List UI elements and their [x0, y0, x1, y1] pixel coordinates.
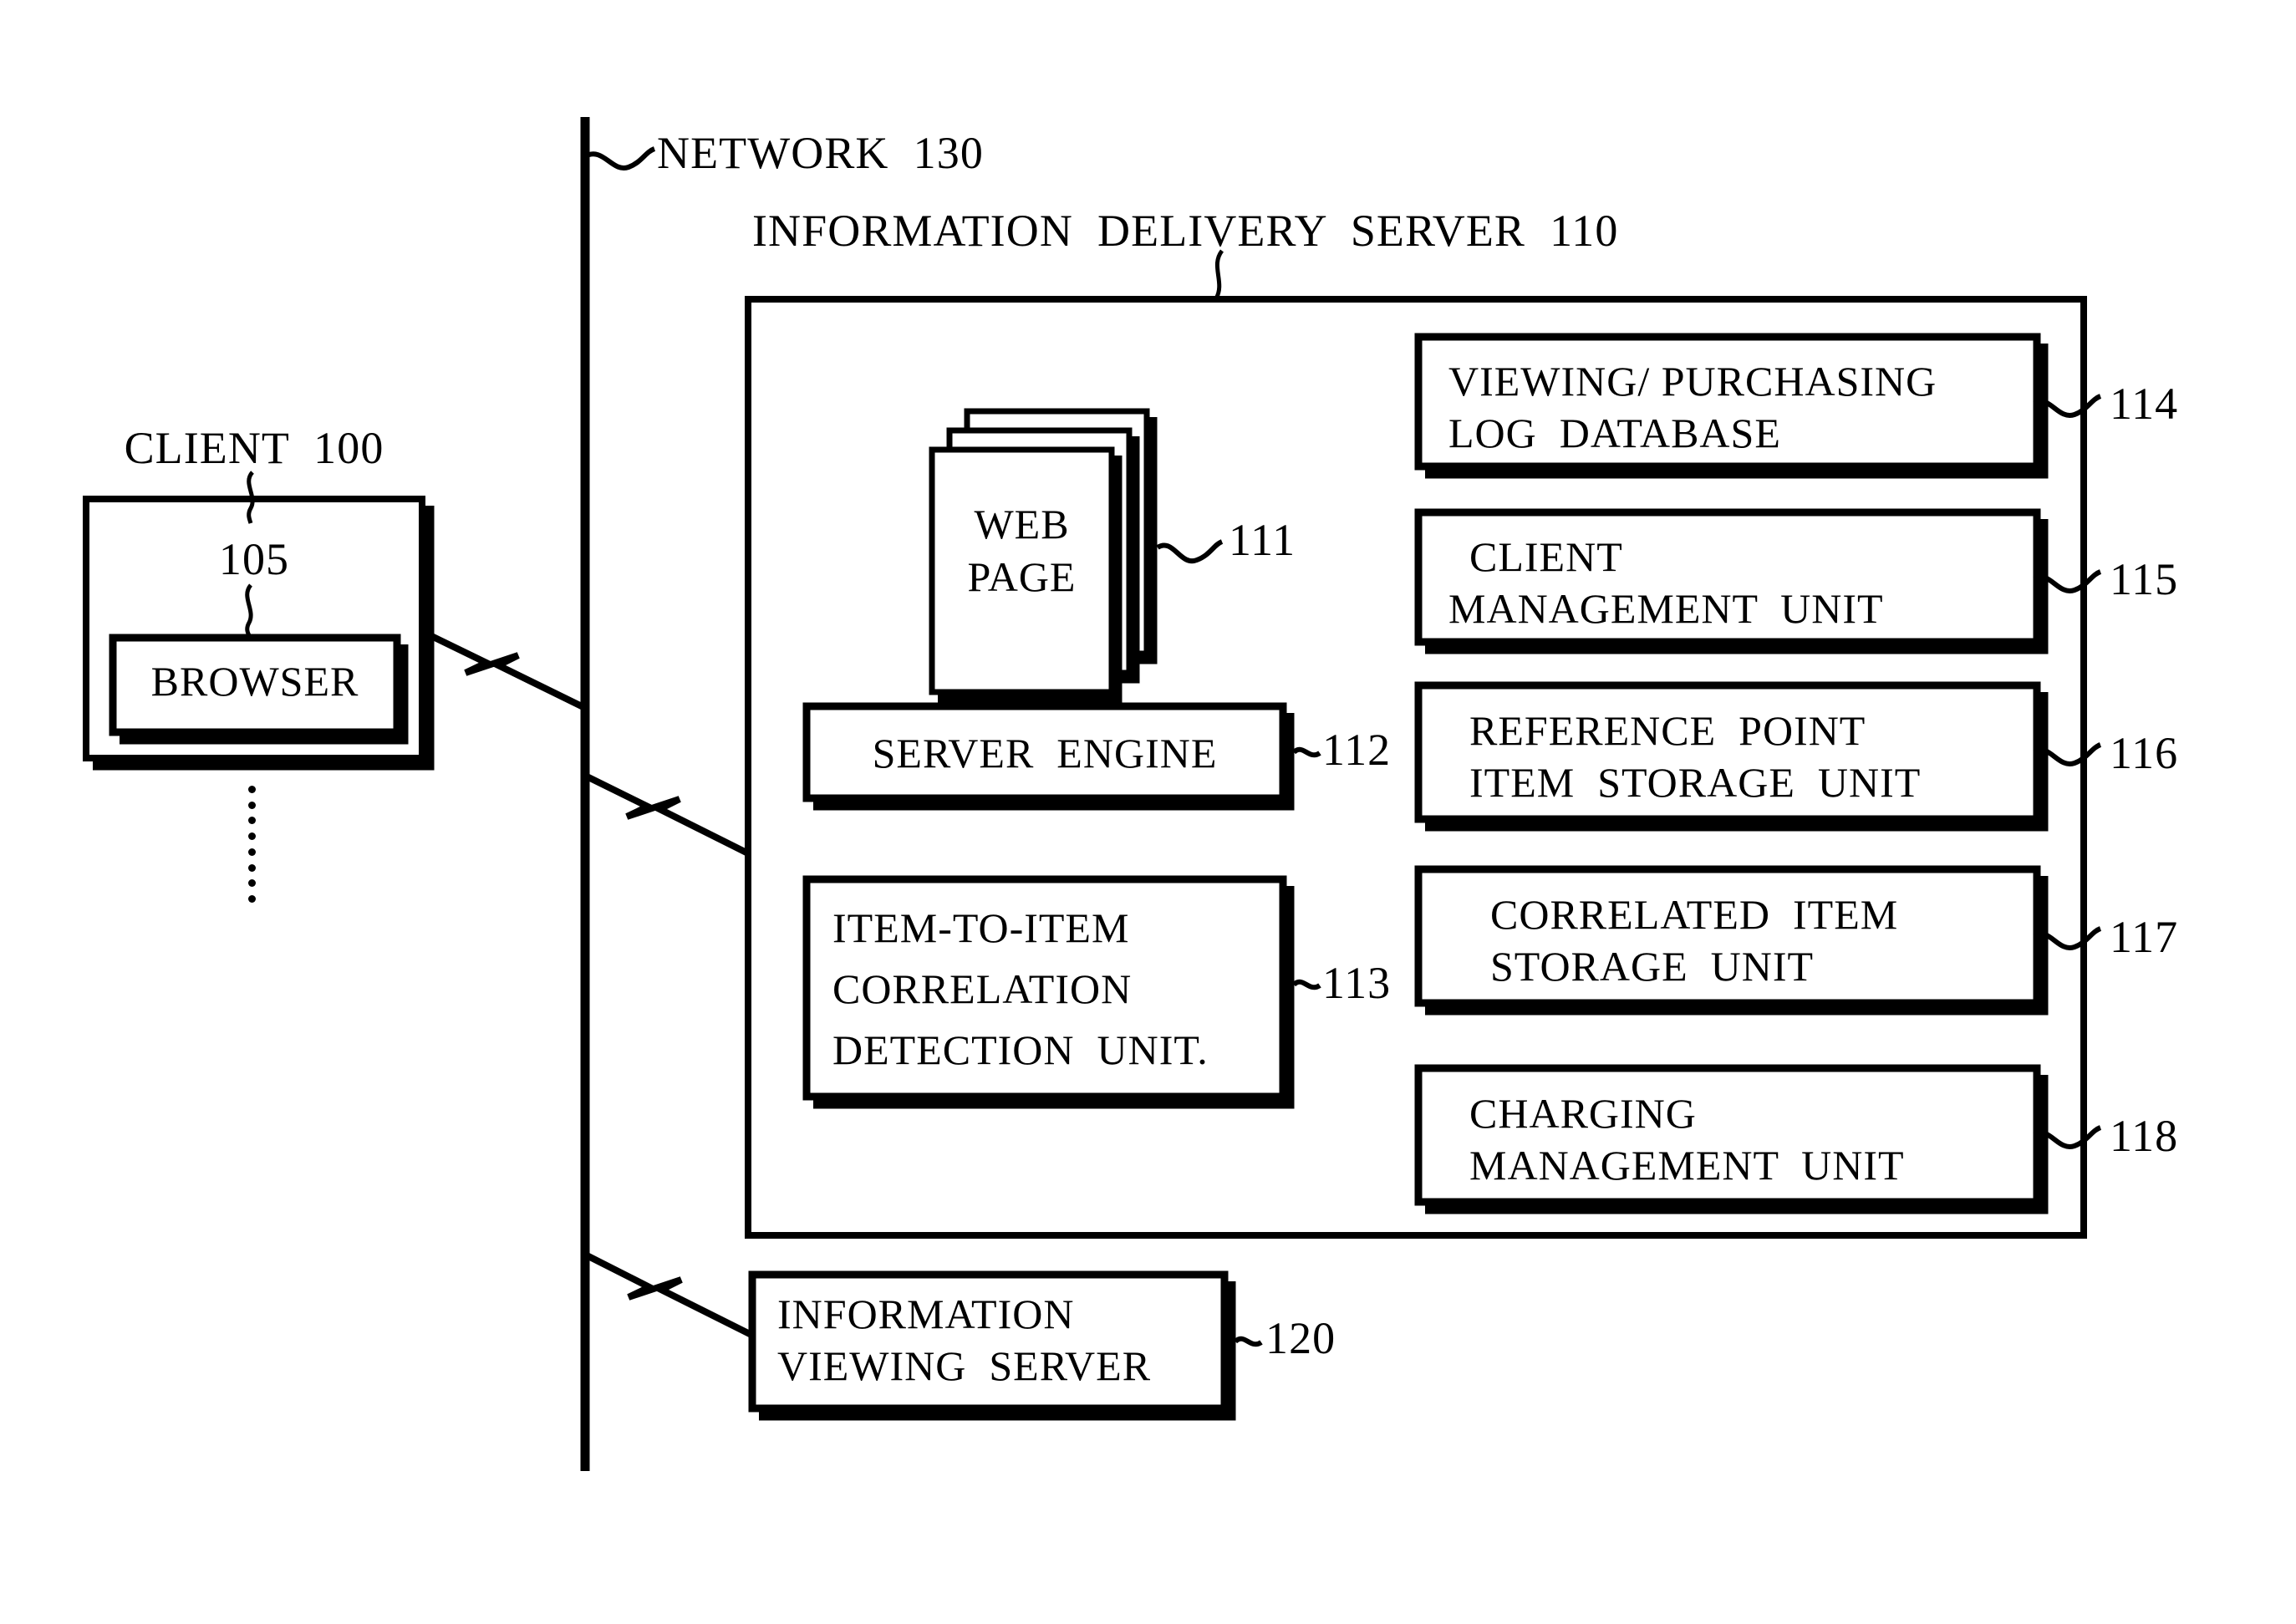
client-inner-ref-label: 105: [218, 534, 290, 584]
ref-number-114: 114: [2110, 379, 2179, 429]
browser-label: BROWSER: [150, 658, 359, 705]
viewing-purchasing-log-database-line2: LOG DATABASE: [1448, 410, 1781, 456]
ref-number-115: 115: [2110, 554, 2179, 604]
client-management-unit-line2: MANAGEMENT UNIT: [1448, 585, 1884, 632]
correlated-item-storage-unit-line1: CORRELATED ITEM: [1490, 891, 1899, 938]
web-page-ref-number: 111: [1229, 515, 1296, 565]
ref-number-120: 120: [1265, 1313, 1336, 1363]
information-delivery-server-title: INFORMATION DELIVERY SERVER 110: [752, 206, 1619, 256]
reference-point-item-storage-unit-line2: ITEM STORAGE UNIT: [1469, 759, 1922, 806]
client-network-zigzag-connector: [423, 629, 587, 711]
web-page-label-line2: PAGE: [967, 553, 1077, 600]
ref-120-leader: [1233, 1336, 1263, 1347]
network-label: NETWORK 130: [657, 128, 984, 178]
client-management-unit-line1: CLIENT: [1469, 533, 1623, 580]
viewing-purchasing-log-database-line1: VIEWING/ PURCHASING: [1448, 358, 1937, 405]
ellipsis-dot: [247, 863, 256, 872]
patent-figure: NETWORK 130 INFORMATION DELIVERY SERVER …: [0, 0, 2296, 1624]
network-server-zigzag-connector: [583, 772, 748, 856]
ellipsis-dot: [247, 801, 256, 809]
web-page-label-line1: WEB: [974, 501, 1070, 547]
correlation-detection-unit-line3: DETECTION UNIT.: [832, 1026, 1209, 1073]
server-engine-label: SERVER ENGINE: [872, 730, 1218, 776]
ellipsis-dot: [247, 879, 256, 888]
ellipsis-dot: [247, 817, 256, 825]
charging-management-unit-line1: CHARGING: [1469, 1090, 1697, 1137]
information-viewing-server-line1: INFORMATION: [777, 1291, 1075, 1337]
ellipsis-dot: [247, 786, 256, 793]
charging-management-unit-line2: MANAGEMENT UNIT: [1469, 1142, 1905, 1189]
network-leader-squiggle: [583, 146, 656, 171]
ref-number-118: 118: [2110, 1111, 2179, 1161]
ref-number-117: 117: [2110, 912, 2179, 962]
correlation-detection-unit-line2: CORRELATION: [832, 965, 1133, 1012]
ellipsis-dot: [247, 832, 256, 841]
network-viewing-server-zigzag-connector: [585, 1252, 755, 1339]
client-label: CLIENT 100: [124, 423, 384, 473]
correlation-detection-unit-ref-number: 113: [1322, 958, 1392, 1008]
correlated-item-storage-unit-line2: STORAGE UNIT: [1490, 943, 1815, 990]
ellipsis-dot: [247, 848, 256, 856]
ellipsis-dot: [247, 894, 256, 903]
ref-number-116: 116: [2110, 728, 2179, 778]
server-engine-ref-number: 112: [1322, 725, 1392, 775]
client-ellipsis-dots: [247, 786, 257, 903]
information-viewing-server-line2: VIEWING SERVER: [777, 1342, 1152, 1389]
correlation-detection-unit-line1: ITEM-TO-ITEM: [832, 904, 1130, 951]
reference-point-item-storage-unit-line1: REFERENCE POINT: [1469, 707, 1866, 754]
